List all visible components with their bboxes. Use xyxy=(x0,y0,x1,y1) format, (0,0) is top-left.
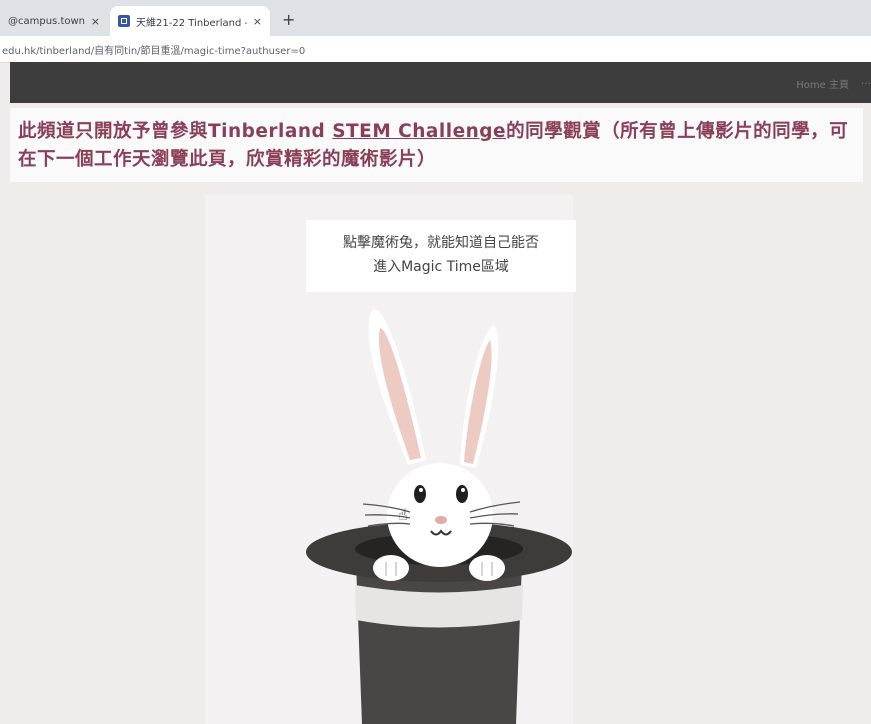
stem-challenge-link[interactable]: STEM Challenge xyxy=(332,121,506,142)
close-icon[interactable]: × xyxy=(253,15,262,28)
site-header: Home 主頁 … xyxy=(10,62,871,103)
caption-line-1: 點擊魔術兔，就能知道自己能否 xyxy=(343,235,539,251)
caption-line-2: 進入Magic Time區域 xyxy=(373,259,509,275)
browser-tab-bar: @campus.town × 天維21-22 Tinberland - Magi… xyxy=(0,0,871,36)
nav-home-link[interactable]: Home 主頁 xyxy=(796,76,849,91)
browser-tab[interactable]: @campus.town × xyxy=(0,6,108,36)
magic-rabbit-button[interactable] xyxy=(300,300,578,724)
notice-text-before: 此頻道只開放予曾參與Tinberland xyxy=(18,121,333,142)
url-text[interactable]: edu.hk/tinberland/自有同tin/節目重溫/magic-time… xyxy=(2,42,305,57)
access-notice: 此頻道只開放予曾參與Tinberland STEM Challenge的同學觀賞… xyxy=(10,108,863,182)
tab-title: @campus.town xyxy=(8,15,85,27)
address-bar[interactable]: edu.hk/tinberland/自有同tin/節目重溫/magic-time… xyxy=(0,36,871,63)
close-icon[interactable]: × xyxy=(91,15,100,28)
tab-title: 天維21-22 Tinberland - Magic xyxy=(136,17,247,29)
hand-pointer-cursor-icon: ☝ xyxy=(398,505,408,524)
browser-tab-active[interactable]: 天維21-22 Tinberland - Magic × xyxy=(110,6,270,36)
nav-more-link[interactable]: … xyxy=(861,76,871,87)
new-tab-button[interactable]: + xyxy=(282,10,295,30)
notice-text: 此頻道只開放予曾參與Tinberland STEM Challenge的同學觀賞… xyxy=(18,118,858,174)
site-favicon-icon xyxy=(118,15,130,27)
caption-box: 點擊魔術兔，就能知道自己能否 進入Magic Time區域 xyxy=(306,220,576,292)
